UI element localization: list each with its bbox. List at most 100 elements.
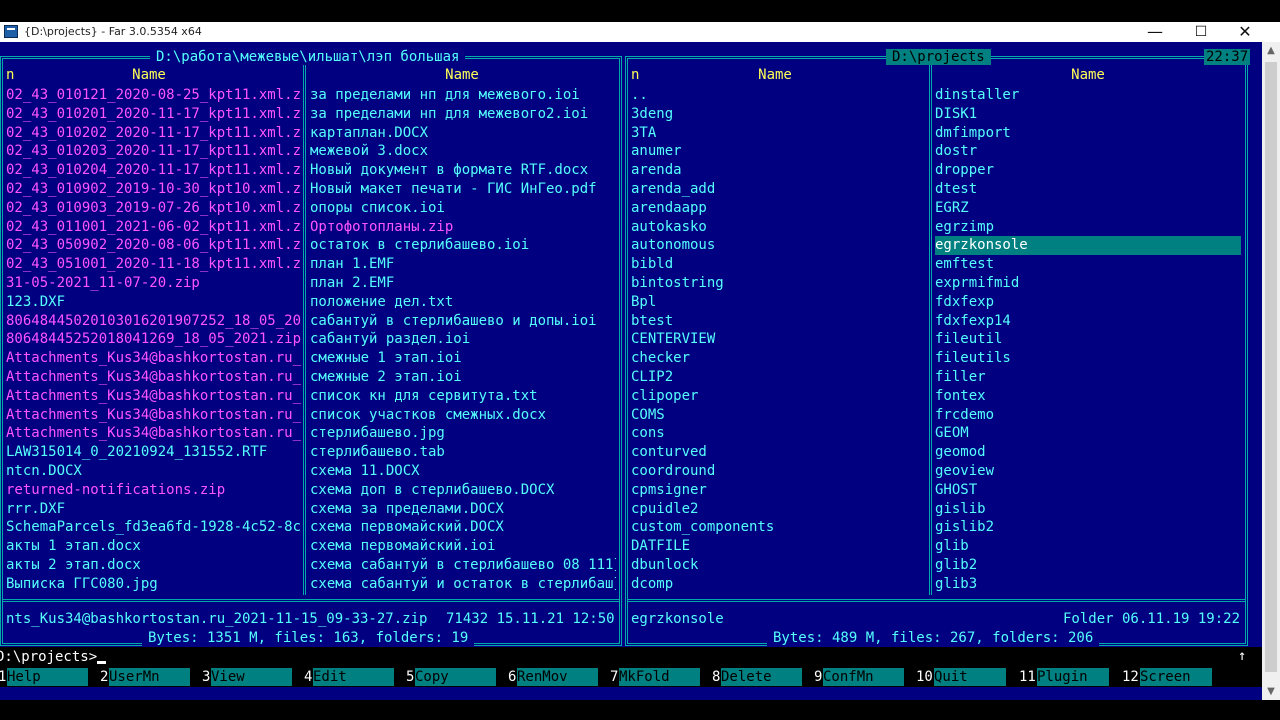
scrollbar-thumb[interactable] xyxy=(1265,62,1277,672)
right-col1-file-item[interactable]: 3TA xyxy=(631,124,927,143)
right-col2-file-item[interactable]: fontex xyxy=(935,387,1241,406)
right-col1-file-item[interactable]: bintostring xyxy=(631,274,927,293)
left-col2-file-item[interactable]: стерлибашево.jpg xyxy=(310,424,616,443)
command-history-up-icon[interactable]: ↑ xyxy=(1238,647,1246,666)
left-col2-file-item[interactable]: Новый макет печати - ГИС ИнГео.pdf xyxy=(310,180,616,199)
right-col1-file-item[interactable]: checker xyxy=(631,349,927,368)
left-col2-file-item[interactable]: сабантуй раздел.ioi xyxy=(310,330,616,349)
left-col2-file-item[interactable]: Ортофотопланы.zip xyxy=(310,218,616,237)
right-col1-file-item[interactable]: COMS xyxy=(631,406,927,425)
left-col2-file-item[interactable]: опоры список.ioi xyxy=(310,199,616,218)
right-col1-file-item[interactable]: conturved xyxy=(631,443,927,462)
right-col2-file-item[interactable]: glib2 xyxy=(935,556,1241,575)
left-col1-file-item[interactable]: Attachments_Kus34@bashkortostan.ru_} xyxy=(6,368,302,387)
right-col1-file-item[interactable]: CLIP2 xyxy=(631,368,927,387)
right-col1-file-item[interactable]: dcomp xyxy=(631,575,927,594)
left-col2-file-item[interactable]: смежные 2 этап.ioi xyxy=(310,368,616,387)
right-col2-file-item-selected[interactable]: egrzkonsole xyxy=(935,236,1241,256)
right-col1-file-item[interactable]: anumer xyxy=(631,142,927,161)
window-title-bar[interactable]: {D:\projects} - Far 3.0.5354 x64 — ☐ ✕ xyxy=(0,22,1280,42)
left-col1-file-item[interactable]: SchemaParcels_fd3ea6fd-1928-4c52-8c} xyxy=(6,518,302,537)
right-col1-file-item[interactable]: cpuidle2 xyxy=(631,500,927,519)
fkey-copy-button[interactable]: Copy xyxy=(415,668,496,686)
left-col1-file-item[interactable]: акты 1 этап.docx xyxy=(6,537,302,556)
left-col2-file-item[interactable]: схема доп в стерлибашево.DOCX xyxy=(310,481,616,500)
left-col2-file-item[interactable]: Новый документ в формате RTF.docx xyxy=(310,161,616,180)
left-col1-file-item[interactable]: 02_43_010204_2020-11-17_kpt11.xml.z} xyxy=(6,161,302,180)
right-col1-file-item[interactable]: autokasko xyxy=(631,218,927,237)
left-col2-file-item[interactable]: схема за пределами.DOCX xyxy=(310,500,616,519)
fkey-usermn-button[interactable]: UserMn xyxy=(109,668,190,686)
left-col1-file-item[interactable]: Attachments_Kus34@bashkortostan.ru_} xyxy=(6,349,302,368)
right-col2-file-item[interactable]: DISK1 xyxy=(935,105,1241,124)
right-col2-file-item[interactable]: dinstaller xyxy=(935,86,1241,105)
left-col2-header[interactable]: Name xyxy=(308,66,616,85)
left-col1-file-item[interactable]: 02_43_011001_2021-06-02_kpt11.xml.z} xyxy=(6,218,302,237)
right-col2-file-item[interactable]: dostr xyxy=(935,142,1241,161)
left-col1-header[interactable]: Name xyxy=(20,66,278,85)
right-col1-file-item[interactable]: coordround xyxy=(631,462,927,481)
fkey-plugin-button[interactable]: Plugin xyxy=(1037,668,1109,686)
right-col2-file-item[interactable]: filler xyxy=(935,368,1241,387)
left-col1-file-item[interactable]: 80648445252018041269_18_05_2021.zip xyxy=(6,330,302,349)
left-col1-file-item[interactable]: Attachments_Kus34@bashkortostan.ru_} xyxy=(6,424,302,443)
left-col1-file-item[interactable]: 02_43_010203_2020-11-17_kpt11.xml.z} xyxy=(6,142,302,161)
maximize-button[interactable]: ☐ xyxy=(1178,22,1224,42)
left-col1-file-item[interactable]: rrr.DXF xyxy=(6,500,302,519)
left-col2-file-item[interactable]: смежные 1 этап.ioi xyxy=(310,349,616,368)
far-app-icon[interactable] xyxy=(4,25,18,38)
right-col2-file-item[interactable]: gislib xyxy=(935,500,1241,519)
left-col2-file-item[interactable]: межевой 3.docx xyxy=(310,142,616,161)
left-col1-file-item[interactable]: 02_43_050902_2020-08-06_kpt11.xml.z} xyxy=(6,236,302,255)
right-col2-file-item[interactable]: GEOM xyxy=(935,424,1241,443)
right-col2-header[interactable]: Name xyxy=(935,66,1241,85)
left-col2-file-item[interactable]: положение дел.txt xyxy=(310,293,616,312)
left-col2-file-item[interactable]: сабантуй в стерлибашево и допы.ioi xyxy=(310,312,616,331)
right-col1-file-item[interactable]: clipoper xyxy=(631,387,927,406)
right-col2-file-item[interactable]: geoview xyxy=(935,462,1241,481)
left-col1-file-item[interactable]: Attachments_Kus34@bashkortostan.ru_} xyxy=(6,387,302,406)
fkey-quit-button[interactable]: Quit xyxy=(934,668,1006,686)
command-line[interactable]: D:\projects> ↑ xyxy=(0,647,1262,667)
fkey-confmn-button[interactable]: ConfMn xyxy=(823,668,904,686)
left-col2-file-item[interactable]: список кн для сервитута.txt xyxy=(310,387,616,406)
right-col2-file-item[interactable]: fdxfexp14 xyxy=(935,312,1241,331)
close-button[interactable]: ✕ xyxy=(1222,22,1268,42)
right-col2-file-item[interactable]: fdxfexp xyxy=(935,293,1241,312)
right-col1-file-item[interactable]: btest xyxy=(631,312,927,331)
right-col1-file-item[interactable]: custom_components xyxy=(631,518,927,537)
left-col2-file-item[interactable]: схема сабантуй в стерлибашево 08 111} xyxy=(310,556,616,575)
left-col1-file-item[interactable]: 02_43_010202_2020-11-17_kpt11.xml.z} xyxy=(6,124,302,143)
right-col1-file-item[interactable]: autonomous xyxy=(631,236,927,255)
left-col2-file-item[interactable]: стерлибашево.tab xyxy=(310,443,616,462)
right-col1-file-item[interactable]: CENTERVIEW xyxy=(631,330,927,349)
left-col2-file-item[interactable]: схема первомайский.ioi xyxy=(310,537,616,556)
right-col2-file-item[interactable]: GHOST xyxy=(935,481,1241,500)
right-col2-file-item[interactable]: gislib2 xyxy=(935,518,1241,537)
right-col1-file-item[interactable]: bibld xyxy=(631,255,927,274)
right-col1-file-item[interactable]: DATFILE xyxy=(631,537,927,556)
right-panel-path[interactable]: D:\projects xyxy=(886,49,991,65)
left-col1-file-item[interactable]: 02_43_010121_2020-08-25_kpt11.xml.z} xyxy=(6,86,302,105)
right-col2-file-item[interactable]: dmfimport xyxy=(935,124,1241,143)
right-col2-file-item[interactable]: frcdemo xyxy=(935,406,1241,425)
right-col1-file-item[interactable]: dbunlock xyxy=(631,556,927,575)
right-col2-file-item[interactable]: EGRZ xyxy=(935,199,1241,218)
fkey-renmov-button[interactable]: RenMov xyxy=(517,668,598,686)
left-col1-file-item[interactable]: 123.DXF xyxy=(6,293,302,312)
left-col1-file-item[interactable]: Выписка ГГС080.jpg xyxy=(6,575,302,594)
left-col2-file-item[interactable]: за пределами нп для межевого2.ioi xyxy=(310,105,616,124)
left-col1-file-item[interactable]: 80648445020103016201907252_18_05_20} xyxy=(6,312,302,331)
right-col1-file-item[interactable]: arendaapp xyxy=(631,199,927,218)
right-col1-file-item[interactable]: arenda_add xyxy=(631,180,927,199)
right-col2-file-item[interactable]: fileutils xyxy=(935,349,1241,368)
left-col2-file-item[interactable]: схема первомайский.DOCX xyxy=(310,518,616,537)
left-col2-file-item[interactable]: план 1.EMF xyxy=(310,255,616,274)
left-col2-file-item[interactable]: схема сабантуй и остаток в стерлибаш} xyxy=(310,575,616,594)
minimize-button[interactable]: — xyxy=(1132,22,1178,42)
left-col1-file-item[interactable]: LAW315014_0_20210924_131552.RTF xyxy=(6,443,302,462)
left-col1-file-item[interactable]: 02_43_010903_2019-07-26_kpt10.xml.z} xyxy=(6,199,302,218)
right-col1-file-item[interactable]: arenda xyxy=(631,161,927,180)
left-col2-file-item[interactable]: план 2.EMF xyxy=(310,274,616,293)
right-col1-file-item[interactable]: cons xyxy=(631,424,927,443)
